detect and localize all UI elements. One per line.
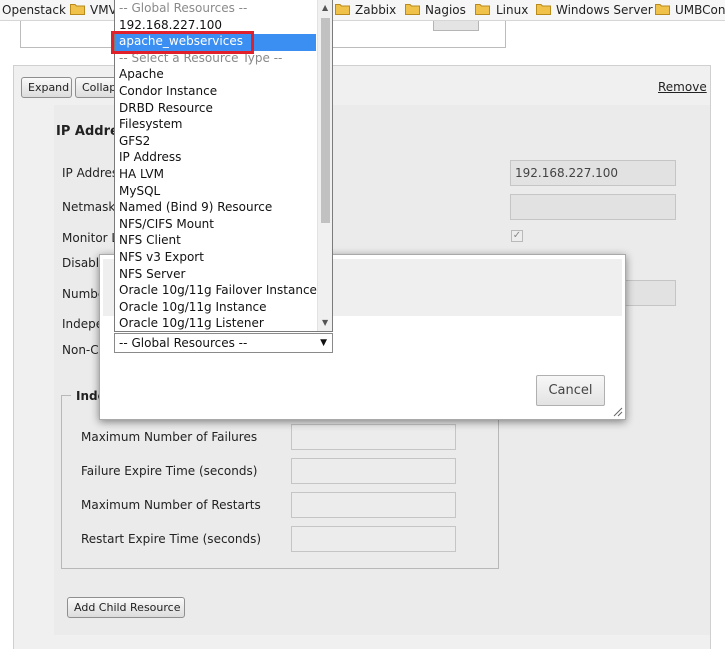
dropdown-option[interactable]: DRBD Resource bbox=[119, 100, 213, 116]
dropdown-option[interactable]: Filesystem bbox=[119, 116, 182, 132]
scroll-up-icon[interactable]: ▲ bbox=[322, 3, 328, 12]
independent-label: Indepe bbox=[62, 317, 104, 331]
folder-icon bbox=[475, 3, 490, 15]
bookmark-vmv[interactable]: VMV bbox=[90, 3, 117, 18]
bookmark-linux[interactable]: Linux bbox=[496, 3, 528, 18]
monitor-link-checkbox[interactable]: ✓ bbox=[511, 230, 523, 242]
folder-icon bbox=[536, 3, 551, 15]
dropdown-option[interactable]: GFS2 bbox=[119, 133, 150, 149]
restart-expire-input[interactable] bbox=[291, 526, 456, 552]
dropdown-option[interactable]: Oracle 10g/11g Instance bbox=[119, 299, 267, 315]
cancel-button[interactable]: Cancel bbox=[536, 375, 605, 406]
dropdown-option[interactable]: NFS Client bbox=[119, 232, 181, 248]
folder-icon bbox=[335, 3, 350, 15]
folder-icon bbox=[70, 3, 85, 15]
netmask-input[interactable] bbox=[510, 194, 676, 220]
dropdown-option[interactable]: NFS v3 Export bbox=[119, 249, 204, 265]
max-restarts-input[interactable] bbox=[291, 492, 456, 518]
bookmark-umbconv[interactable]: UMBConv bbox=[675, 3, 725, 18]
dropdown-option[interactable]: NFS Server bbox=[119, 266, 185, 282]
dropdown-option[interactable]: HA LVM bbox=[119, 166, 164, 182]
highlight-annotation bbox=[111, 31, 254, 54]
bookmarks-bar: Openstack VMV Zabbix Nagios Linux Window… bbox=[0, 0, 725, 21]
option-group-label: -- Global Resources -- bbox=[119, 1, 248, 15]
bookmark-nagios[interactable]: Nagios bbox=[425, 3, 466, 18]
ip-address-label: IP Addres bbox=[62, 166, 119, 180]
non-critical-label: Non-C bbox=[62, 343, 99, 357]
dropdown-option[interactable]: IP Address bbox=[119, 149, 181, 165]
bookmark-openstack[interactable]: Openstack bbox=[2, 3, 66, 18]
dropdown-option[interactable]: Oracle 10g/11g Failover Instance bbox=[119, 282, 317, 298]
ip-address-input[interactable]: 192.168.227.100 bbox=[510, 160, 676, 186]
previous-resource-button[interactable] bbox=[433, 21, 479, 31]
remove-link[interactable]: Remove bbox=[658, 80, 707, 94]
max-failures-input[interactable] bbox=[291, 424, 456, 450]
add-child-resource-button[interactable]: Add Child Resource bbox=[67, 597, 185, 618]
resize-grip-icon[interactable] bbox=[611, 405, 623, 417]
max-restarts-label: Maximum Number of Restarts bbox=[81, 498, 261, 512]
monitor-link-label: Monitor L bbox=[62, 231, 119, 245]
section-title: IP Addre bbox=[56, 124, 119, 139]
dropdown-option[interactable]: MySQL bbox=[119, 183, 160, 199]
folder-icon bbox=[405, 3, 420, 15]
folder-icon bbox=[655, 3, 670, 15]
resource-type-select[interactable]: -- Global Resources -- ▼ bbox=[114, 333, 333, 353]
failure-expire-input[interactable] bbox=[291, 458, 456, 484]
netmask-label: Netmask bbox=[62, 200, 116, 214]
dropdown-scrollbar[interactable]: ▲ ▼ bbox=[317, 0, 332, 331]
bookmark-zabbix[interactable]: Zabbix bbox=[355, 3, 396, 18]
expand-button[interactable]: Expand bbox=[21, 77, 72, 98]
scrollbar-thumb[interactable] bbox=[321, 18, 330, 223]
select-value: -- Global Resources -- bbox=[119, 336, 248, 350]
failure-expire-label: Failure Expire Time (seconds) bbox=[81, 464, 258, 478]
dropdown-arrow-icon: ▼ bbox=[320, 338, 327, 348]
dropdown-option[interactable]: NFS/CIFS Mount bbox=[119, 216, 214, 232]
scroll-down-icon[interactable]: ▼ bbox=[322, 318, 328, 327]
dropdown-option[interactable]: Apache bbox=[119, 66, 164, 82]
dropdown-option[interactable]: Named (Bind 9) Resource bbox=[119, 199, 272, 215]
dropdown-option[interactable]: Oracle 10g/11g Listener bbox=[119, 315, 264, 331]
dropdown-option[interactable]: Condor Instance bbox=[119, 83, 217, 99]
max-failures-label: Maximum Number of Failures bbox=[81, 430, 258, 444]
bookmark-windows-server[interactable]: Windows Server bbox=[556, 3, 653, 18]
restart-expire-label: Restart Expire Time (seconds) bbox=[81, 532, 262, 546]
